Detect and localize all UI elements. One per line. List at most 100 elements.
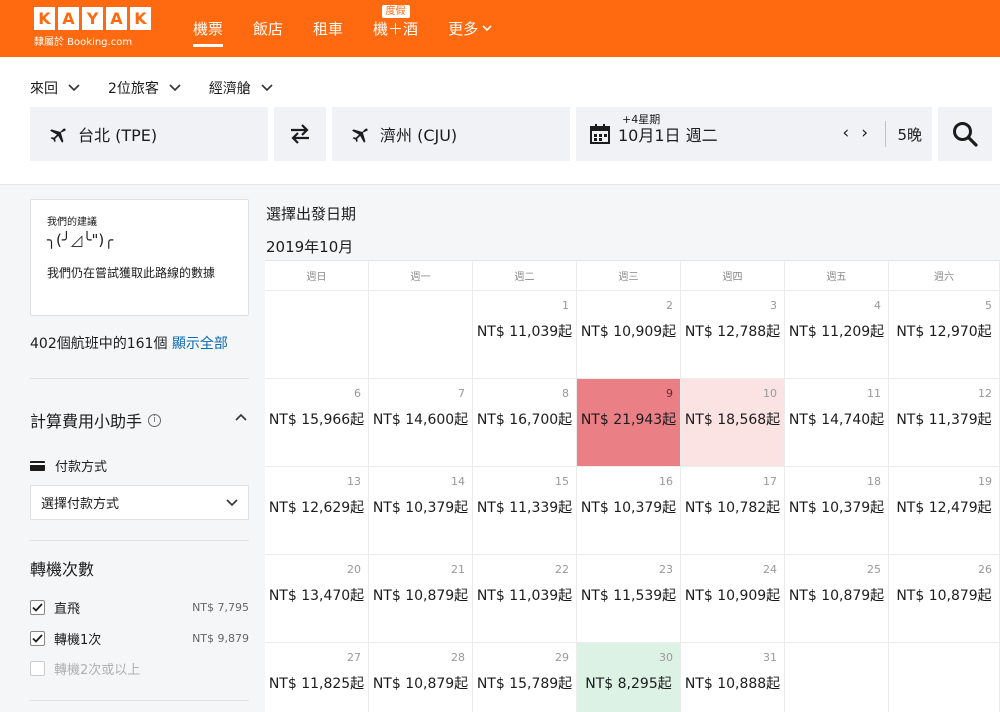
calendar-day-cell[interactable]: 11 NT$ 14,740起 [785, 379, 889, 467]
calendar-day-cell[interactable]: 30 NT$ 8,295起 [577, 643, 681, 712]
calendar-day-cell[interactable]: 31 NT$ 10,888起 [681, 643, 785, 712]
calendar-day-cell[interactable]: 6 NT$ 15,966起 [265, 379, 369, 467]
kayak-logo[interactable]: K A Y A K 隸屬於 Booking.com [34, 7, 151, 48]
calendar-day-cell[interactable]: 21 NT$ 10,879起 [369, 555, 473, 643]
destination-field[interactable]: 濟州 (CJU) [332, 107, 570, 161]
calendar-day-cell[interactable]: 2 NT$ 10,909起 [577, 291, 681, 379]
calendar-day-cell[interactable]: 15 NT$ 11,339起 [473, 467, 577, 555]
calendar-day-cell[interactable]: 10 NT$ 18,568起 [681, 379, 785, 467]
calendar-day-cell[interactable]: 8 NT$ 16,700起 [473, 379, 577, 467]
search-button[interactable] [938, 107, 992, 161]
day-number: 30 [659, 651, 673, 664]
day-number: 24 [763, 563, 777, 576]
calendar-day-cell[interactable]: 13 NT$ 12,629起 [265, 467, 369, 555]
calendar-day-cell[interactable]: 5 NT$ 12,970起 [889, 291, 1000, 379]
calendar-day-cell[interactable]: 3 NT$ 12,788起 [681, 291, 785, 379]
day-price: NT$ 12,479起 [896, 500, 992, 516]
calendar-day-cell[interactable]: 7 NT$ 14,600起 [369, 379, 473, 467]
stop-filter-one-stop[interactable]: 轉機1次 NT$ 9,879 [30, 629, 249, 648]
weekday-label: 週五 [785, 261, 889, 291]
calendar-day-cell[interactable]: 18 NT$ 10,379起 [785, 467, 889, 555]
day-number: 19 [978, 475, 992, 488]
day-number: 3 [770, 299, 777, 312]
origin-value: 台北 (TPE) [78, 126, 158, 145]
calendar-day-cell[interactable]: 29 NT$ 15,789起 [473, 643, 577, 712]
calendar-day-cell[interactable]: 27 NT$ 11,825起 [265, 643, 369, 712]
calendar-day-cell[interactable]: 14 NT$ 10,379起 [369, 467, 473, 555]
calendar-day-cell[interactable]: 24 NT$ 10,909起 [681, 555, 785, 643]
price-calendar: 週日 週一 週二 週三 週四 週五 週六 1 NT$ 11,039起 2 NT$ 10,909起 3… [265, 260, 1000, 712]
weekday-header: 週日 週一 週二 週三 週四 週五 週六 [265, 261, 1000, 291]
day-number: 1 [562, 299, 569, 312]
nav-flights[interactable]: 機票 [193, 0, 224, 57]
sidebar-divider [30, 540, 249, 541]
day-number: 5 [985, 299, 992, 312]
trip-type-select[interactable]: 來回 [30, 78, 80, 98]
day-number: 17 [763, 475, 777, 488]
chevron-down-icon [226, 499, 238, 507]
day-number: 28 [451, 651, 465, 664]
payment-method-select[interactable]: 選擇付款方式 [30, 485, 249, 520]
stop-filter-price: NT$ 9,879 [192, 631, 249, 645]
nav-more[interactable]: 更多 [448, 0, 492, 57]
calendar-day-cell[interactable]: 1 NT$ 11,039起 [473, 291, 577, 379]
info-icon[interactable]: i [148, 413, 162, 427]
credit-card-icon [30, 460, 45, 471]
origin-field[interactable]: 台北 (TPE) [30, 107, 268, 161]
stop-filter-nonstop[interactable]: 直飛 NT$ 7,795 [30, 598, 249, 617]
calendar-day-cell[interactable]: 9 NT$ 21,943起 [577, 379, 681, 467]
day-number: 31 [763, 651, 777, 664]
day-price: NT$ 11,209起 [788, 324, 885, 340]
checkbox[interactable] [30, 599, 45, 615]
payment-method-value: 選擇付款方式 [41, 497, 120, 512]
day-price: NT$ 11,039起 [476, 324, 573, 340]
nav-cars[interactable]: 租車 [313, 0, 343, 57]
nav-packages[interactable]: 度假 機＋酒 [373, 0, 418, 57]
date-prev-button[interactable]: ‹ [842, 123, 849, 143]
calendar-day-cell[interactable]: 28 NT$ 10,879起 [369, 643, 473, 712]
day-price: NT$ 11,539起 [580, 588, 677, 604]
calendar-day-cell[interactable]: 20 NT$ 13,470起 [265, 555, 369, 643]
travelers-label: 2位旅客 [108, 81, 159, 97]
search-options: 來回 2位旅客 經濟艙 [30, 78, 273, 98]
destination-value: 濟州 (CJU) [380, 126, 458, 145]
calendar-day-cell[interactable]: 25 NT$ 10,879起 [785, 555, 889, 643]
day-price: NT$ 11,039起 [476, 588, 573, 604]
sidebar-divider [30, 700, 249, 701]
swap-button[interactable] [274, 107, 326, 161]
plane-takeoff-icon [50, 128, 66, 143]
day-price: NT$ 10,379起 [372, 500, 469, 516]
result-count-text: 402個航班中的161個 [30, 336, 168, 352]
fee-calculator-title: 計算費用小助手 [30, 412, 143, 431]
calendar-day-cell[interactable]: 12 NT$ 11,379起 [889, 379, 1000, 467]
day-number: 16 [659, 475, 673, 488]
date-field[interactable]: +4星期 10月1日 週二 ‹ › 5晚 [576, 107, 932, 161]
stop-filter-label: 轉機2次或以上 [54, 662, 141, 678]
day-number: 18 [867, 475, 881, 488]
date-next-button[interactable]: › [861, 123, 868, 143]
day-price: NT$ 18,568起 [684, 412, 781, 428]
chevron-up-icon[interactable] [235, 413, 247, 421]
nav-label: 機＋酒 [373, 20, 419, 38]
search-icon [953, 122, 978, 147]
checkbox[interactable] [30, 630, 45, 646]
calendar-day-cell[interactable]: 16 NT$ 10,379起 [577, 467, 681, 555]
swap-icon [291, 124, 309, 144]
calendar-day-cell[interactable]: 17 NT$ 10,782起 [681, 467, 785, 555]
travelers-select[interactable]: 2位旅客 [108, 78, 181, 98]
fee-calculator-header[interactable]: 計算費用小助手 i [30, 408, 162, 432]
nav-hotels[interactable]: 飯店 [253, 0, 283, 57]
chevron-down-icon [68, 84, 80, 92]
cabin-select[interactable]: 經濟艙 [209, 78, 273, 98]
day-price: NT$ 15,966起 [268, 412, 365, 428]
calendar-day-cell[interactable]: 22 NT$ 11,039起 [473, 555, 577, 643]
calendar-day-cell[interactable]: 19 NT$ 12,479起 [889, 467, 1000, 555]
nights-value[interactable]: 5晚 [897, 124, 922, 145]
calendar-day-cell[interactable]: 26 NT$ 10,879起 [889, 555, 1000, 643]
day-number: 26 [978, 563, 992, 576]
show-all-link[interactable]: 顯示全部 [172, 336, 228, 352]
calendar-day-cell[interactable]: 4 NT$ 11,209起 [785, 291, 889, 379]
nav-label: 租車 [313, 20, 344, 38]
calendar-day-cell[interactable]: 23 NT$ 11,539起 [577, 555, 681, 643]
suggestion-emoticon: ╮(╯◿╰")╭ [47, 231, 114, 249]
